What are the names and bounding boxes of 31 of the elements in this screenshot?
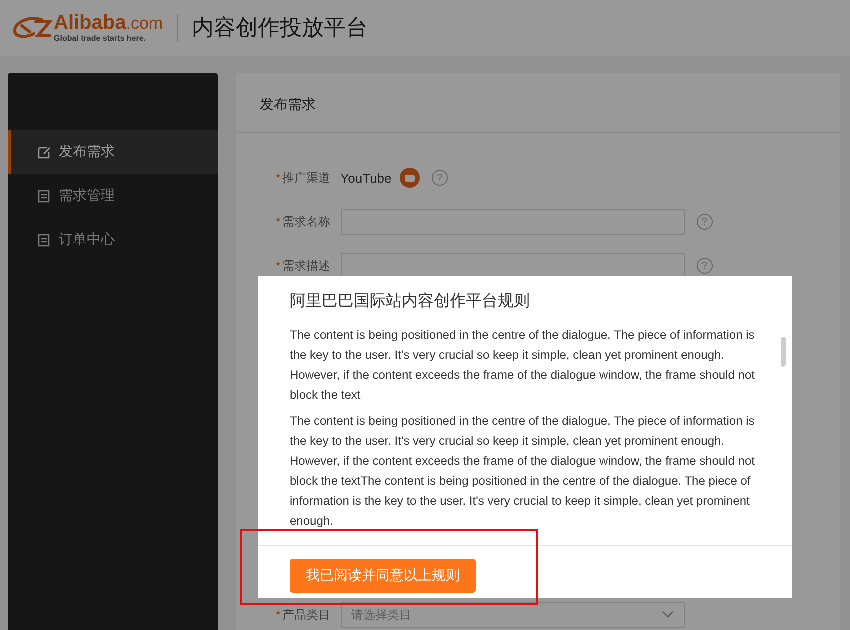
required-mark: * <box>276 608 281 622</box>
required-mark: * <box>276 171 281 185</box>
channel-name: YouTube <box>340 170 392 186</box>
scrollbar-thumb[interactable] <box>781 337 786 367</box>
field-label: 需求描述 <box>282 258 332 274</box>
document-icon <box>37 189 51 203</box>
logo-tagline: Global trade starts here. <box>54 34 148 42</box>
logo-wordmark: Alibaba.com <box>54 14 164 34</box>
chevron-down-icon <box>662 611 674 619</box>
sidebar-item[interactable]: 需求管理 <box>8 174 218 218</box>
video-play-icon <box>400 168 420 188</box>
help-button[interactable]: ? <box>432 170 448 186</box>
field-label: 需求名称 <box>282 214 332 230</box>
required-mark: * <box>276 259 281 273</box>
logo-icon <box>12 16 52 40</box>
rules-paragraph: The content is being positioned in the centre of the dialogue. The piece of information is the key to the user. It's very crucial so keep it simple, clean yet prominent enough. However, if the content exceeds the frame of the dialogue window, the frame should not block the textThe content is being positioned in the centre of the dialogue. The piece of information is the key to the user. It's very crucial to keep it simple, clean yet prominent enough. <box>290 413 756 530</box>
field-label: 推广渠道 <box>282 170 332 186</box>
agree-button[interactable]: 我已阅读并同意以上规则 <box>290 559 476 593</box>
platform-title: 内容创作投放平台 <box>192 14 368 42</box>
category-dropdown[interactable]: 请选择类目 <box>340 602 685 628</box>
document-icon <box>37 233 51 247</box>
edit-icon <box>37 145 51 159</box>
help-button[interactable]: ? <box>696 214 713 230</box>
dialog-title: 阿里巴巴国际站内容创作平台规则 <box>289 292 531 312</box>
sidebar-item[interactable]: 发布需求 <box>8 130 218 174</box>
section-title: 发布需求 <box>236 73 840 133</box>
required-mark: * <box>276 215 281 229</box>
field-label: 产品类目 <box>282 606 332 624</box>
rules-paragraph: The content is being positioned in the centre of the dialogue. The piece of information is the key to the user. It's very crucial so keep it simple, clean yet prominent enough. However, if the content exceeds the frame of the dialogue window, the frame should not block the text <box>290 327 756 404</box>
sidebar-item[interactable]: 订单中心 <box>8 218 218 262</box>
help-button[interactable]: ? <box>696 258 713 274</box>
